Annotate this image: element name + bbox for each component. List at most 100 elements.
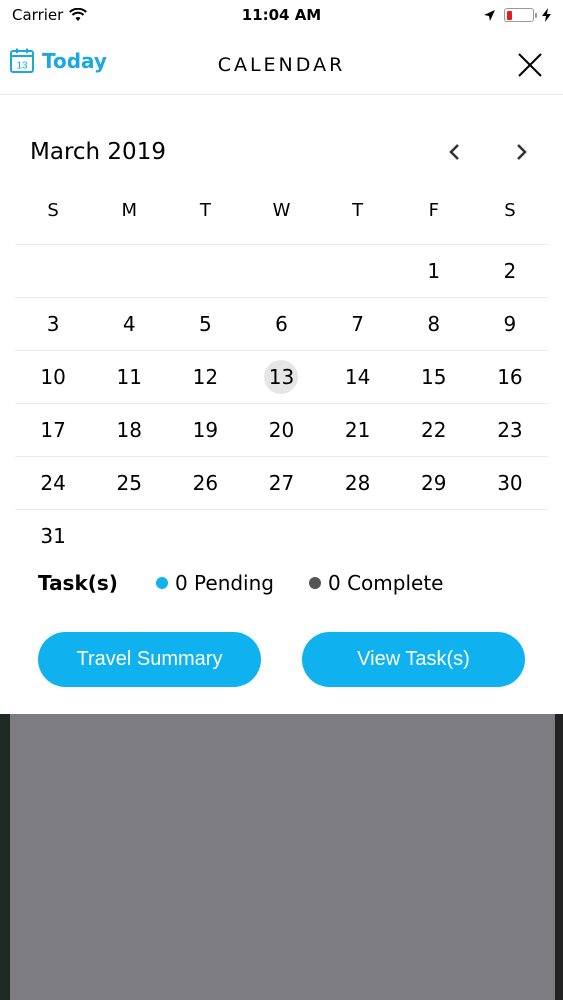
tasks-label: Task(s) <box>38 571 118 595</box>
day-cell[interactable]: 31 <box>15 510 91 562</box>
day-cell[interactable]: 18 <box>91 404 167 456</box>
day-cell[interactable]: 23 <box>472 404 548 456</box>
calendar-panel: March 2019 SMTWTFS 1 2 3 4 5 6 7 8 9 10 11 12 13 14 15… <box>0 95 563 714</box>
week-row: 17 18 19 20 21 22 23 <box>15 403 548 456</box>
day-cell[interactable]: 5 <box>167 298 243 350</box>
day-cell[interactable]: 22 <box>396 404 472 456</box>
day-number: 29 <box>421 471 447 495</box>
day-cell[interactable]: 30 <box>472 457 548 509</box>
day-number: 26 <box>192 471 219 495</box>
weekday-label: S <box>47 200 59 221</box>
calendar-grid: 1 2 3 4 5 6 7 8 9 10 11 12 13 14 15 16 17 18 19 20 21 22 23 24 2… <box>15 244 548 562</box>
day-number: 15 <box>421 365 447 389</box>
day-number: 22 <box>421 418 447 442</box>
page-title: CALENDAR <box>217 54 346 76</box>
wifi-icon <box>69 8 88 21</box>
complete-legend: 0 Complete <box>309 571 443 595</box>
day-cell[interactable]: 19 <box>167 404 243 456</box>
pending-dot-icon <box>155 577 168 589</box>
month-row: March 2019 <box>30 137 533 167</box>
empty-day-cell <box>167 510 243 562</box>
day-cell[interactable]: 28 <box>320 457 396 509</box>
day-cell[interactable]: 11 <box>91 351 167 403</box>
day-cell[interactable]: 13 <box>243 351 319 403</box>
day-cell[interactable]: 4 <box>91 298 167 350</box>
day-number: 6 <box>275 312 288 336</box>
close-icon[interactable] <box>517 52 543 78</box>
day-cell[interactable]: 27 <box>243 457 319 509</box>
day-number: 2 <box>503 259 517 283</box>
day-cell[interactable]: 15 <box>396 351 472 403</box>
day-number: 3 <box>46 312 60 336</box>
day-number: 10 <box>40 365 66 389</box>
weekday-label: W <box>272 200 291 221</box>
empty-day-cell <box>91 245 167 297</box>
day-number: 24 <box>40 471 66 495</box>
day-number: 18 <box>116 418 142 442</box>
day-cell[interactable]: 24 <box>15 457 91 509</box>
day-cell[interactable]: 21 <box>320 404 396 456</box>
task-summary: Task(s) 0 Pending 0 Complete <box>38 571 543 595</box>
day-number: 17 <box>40 418 66 442</box>
weekday-label: T <box>199 200 211 221</box>
empty-day-cell <box>15 245 91 297</box>
modal-backdrop[interactable] <box>0 714 563 1000</box>
background-edge-right <box>555 714 563 1000</box>
week-row: 12 <box>15 244 548 297</box>
day-cell[interactable]: 7 <box>320 298 396 350</box>
action-buttons: Travel Summary View Task(s) <box>38 632 525 687</box>
day-cell[interactable]: 26 <box>167 457 243 509</box>
view-tasks-button[interactable]: View Task(s) <box>302 632 525 687</box>
empty-day-cell <box>472 510 548 562</box>
travel-summary-button[interactable]: Travel Summary <box>38 632 261 687</box>
status-right <box>483 8 551 22</box>
day-cell[interactable]: 12 <box>167 351 243 403</box>
day-cell[interactable]: 29 <box>396 457 472 509</box>
chevron-left-icon[interactable] <box>443 140 467 164</box>
battery-level <box>506 10 512 20</box>
weekday-header: SMTWTFS <box>15 200 548 221</box>
day-cell[interactable]: 20 <box>243 404 319 456</box>
empty-day-cell <box>167 245 243 297</box>
carrier-label: Carrier <box>12 6 64 24</box>
day-cell[interactable]: 8 <box>396 298 472 350</box>
day-number: 5 <box>198 312 212 336</box>
complete-dot-icon <box>309 577 321 589</box>
day-number: 4 <box>122 312 136 336</box>
chevron-right-icon[interactable] <box>509 140 533 164</box>
day-cell[interactable]: 17 <box>15 404 91 456</box>
day-number: 28 <box>344 471 371 495</box>
day-cell[interactable]: 10 <box>15 351 91 403</box>
complete-count: 0 Complete <box>328 571 444 595</box>
battery-icon <box>504 8 537 22</box>
day-cell[interactable]: 2 <box>472 245 548 297</box>
day-number: 20 <box>268 418 295 442</box>
empty-day-cell <box>243 510 319 562</box>
day-cell[interactable]: 6 <box>243 298 319 350</box>
empty-day-cell <box>320 245 396 297</box>
month-label: March 2019 <box>30 139 166 165</box>
day-number: 9 <box>503 312 517 336</box>
day-number: 31 <box>40 524 66 548</box>
day-cell[interactable]: 1 <box>396 245 472 297</box>
day-cell[interactable]: 3 <box>15 298 91 350</box>
empty-day-cell <box>320 510 396 562</box>
day-number: 23 <box>497 418 523 442</box>
day-cell[interactable]: 9 <box>472 298 548 350</box>
pending-legend: 0 Pending <box>155 571 274 595</box>
day-cell[interactable]: 14 <box>320 351 396 403</box>
day-cell[interactable]: 16 <box>472 351 548 403</box>
location-arrow-icon <box>484 9 495 21</box>
background-edge-left <box>0 714 10 1000</box>
weekday-label: T <box>352 200 364 221</box>
day-number: 27 <box>268 471 295 495</box>
status-left: Carrier <box>12 6 88 24</box>
day-number: 1 <box>427 259 441 283</box>
day-number: 21 <box>344 418 371 442</box>
day-cell[interactable]: 25 <box>91 457 167 509</box>
status-bar: Carrier 11:04 AM <box>0 0 563 30</box>
charging-bolt-icon <box>542 8 551 22</box>
week-row: 10 11 12 13 14 15 16 <box>15 350 548 403</box>
month-nav <box>443 140 533 164</box>
day-number: 25 <box>116 471 142 495</box>
